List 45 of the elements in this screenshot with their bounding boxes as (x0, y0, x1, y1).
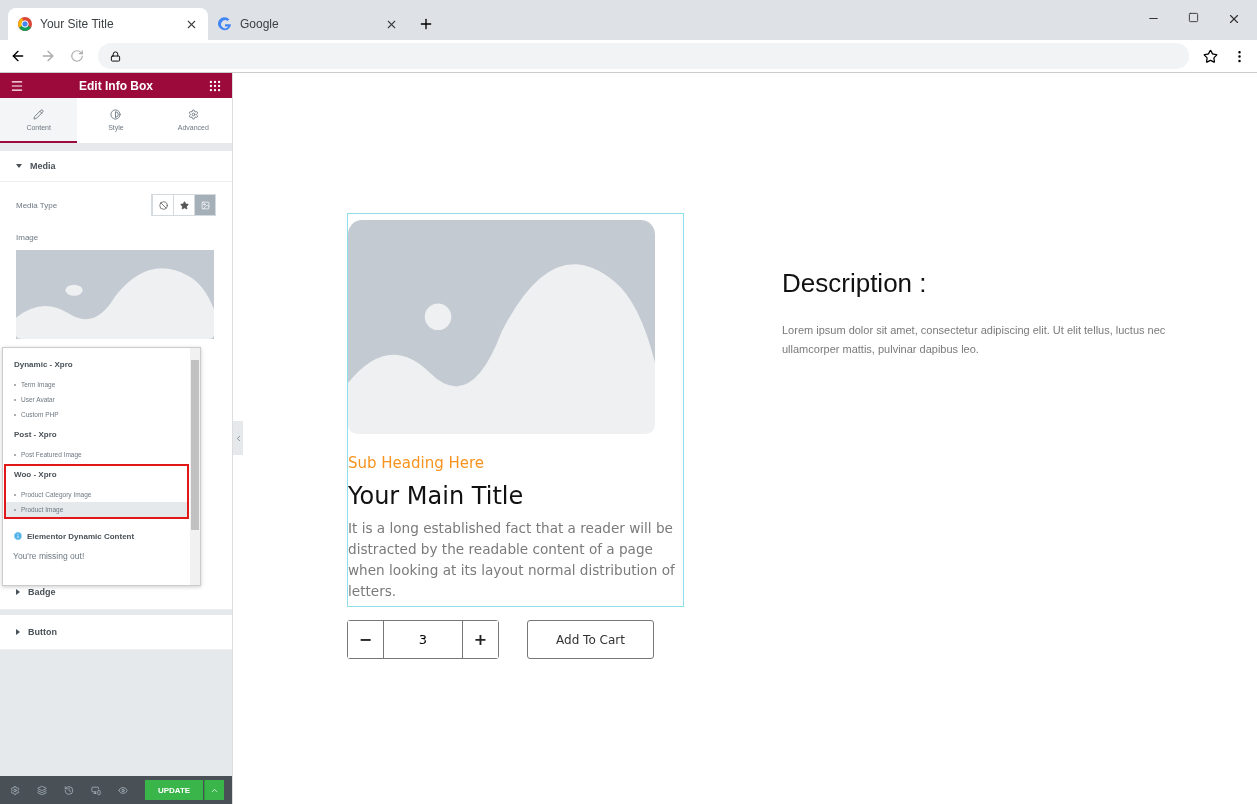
address-field[interactable] (98, 43, 1189, 69)
group-title: Woo - Xpro (13, 469, 58, 481)
description-title: Description : (782, 268, 928, 299)
browser-tab[interactable]: Google (208, 8, 408, 40)
field-label: Image (16, 233, 39, 242)
main-title: Your Main Title (348, 482, 525, 510)
block-icon (158, 200, 168, 210)
notice-text: You're missing out! (12, 551, 86, 561)
notice-title: Elementor Dynamic Content (27, 531, 135, 541)
grid-icon[interactable] (208, 78, 222, 93)
image-icon (200, 200, 210, 210)
update-button[interactable]: UPDATE (145, 780, 203, 800)
layers-icon[interactable] (37, 784, 48, 796)
info-icon (13, 531, 23, 541)
menu-icon[interactable] (10, 78, 24, 93)
add-to-cart-button[interactable]: Add To Cart (527, 620, 654, 659)
google-icon (218, 17, 232, 31)
settings-icon[interactable] (10, 784, 21, 796)
body-text: It is a long established fact that a reader will be distracted by the readable content of a page when looking at its layout normal distribution of letters. (348, 519, 676, 601)
panel-title: Edit Info Box (79, 78, 153, 93)
maximize-icon[interactable] (1188, 12, 1199, 23)
sub-heading: Sub Heading Here (348, 454, 486, 472)
gear-icon (187, 108, 199, 120)
description-text: Lorem ipsum dolor sit amet, consectetur adipiscing elit. Ut elit tellus, luctus nec ullamcorper mattis, pulvinar dapibus leo. (782, 323, 1167, 357)
bookmark-icon[interactable] (1203, 48, 1218, 64)
quantity-stepper[interactable]: − 3 + (347, 620, 499, 659)
pencil-icon (33, 108, 45, 120)
chrome-icon (18, 17, 32, 31)
collapse-handle[interactable] (233, 421, 243, 455)
responsive-icon[interactable] (91, 784, 102, 796)
group-title: Dynamic - Xpro (13, 359, 74, 371)
options-button[interactable] (203, 780, 225, 800)
group-title: Post - Xpro (13, 429, 58, 441)
section-header[interactable]: Button (0, 615, 232, 650)
lock-icon (110, 50, 121, 62)
back-icon[interactable] (10, 48, 26, 64)
close-icon[interactable] (1227, 12, 1241, 26)
history-icon[interactable] (64, 784, 75, 796)
preview-icon[interactable] (118, 784, 129, 796)
field-label: Media Type (16, 200, 58, 210)
contrast-icon (110, 108, 122, 120)
new-tab-icon[interactable] (418, 16, 434, 32)
star-icon (179, 200, 189, 210)
browser-tab[interactable]: Your Site Title (8, 8, 208, 40)
section-header[interactable]: Media (0, 151, 232, 182)
